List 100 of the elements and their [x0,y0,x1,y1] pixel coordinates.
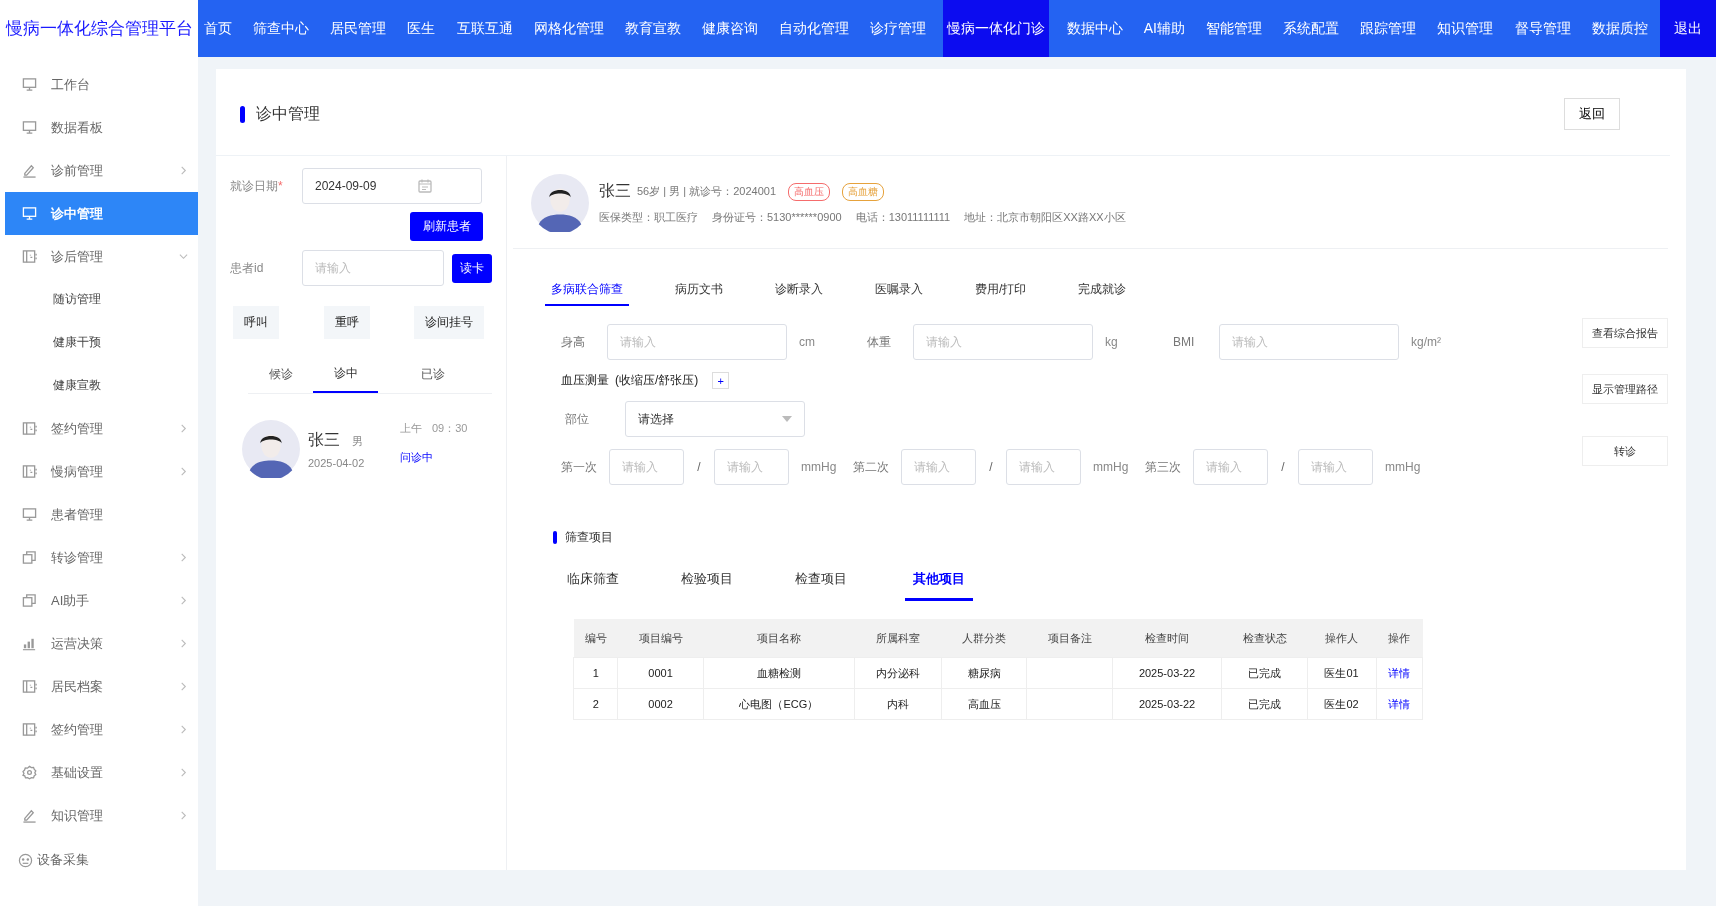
nav-tab[interactable]: 互联互通 [452,0,517,57]
nav-tab[interactable]: 教育宣教 [620,0,685,57]
page-title: 诊中管理 [256,103,321,124]
sidebar-subitem[interactable]: 随访管理 [0,278,198,321]
table-cell: 1 [573,657,618,689]
sidebar-item[interactable]: 诊后管理 [0,235,198,278]
sidebar-item[interactable]: 工作台 [0,63,198,106]
nav-tab[interactable]: 督导管理 [1510,0,1575,57]
add-button[interactable]: + [712,372,730,389]
sidebar-subitem[interactable]: 健康宣教 [0,364,198,407]
sidebar-item[interactable]: 慢病管理 [0,450,198,493]
table-cell: 心电图（ECG） [703,688,855,720]
device-collection-link[interactable]: 设备采集 [37,851,89,869]
status-link[interactable]: 问诊中 [400,450,478,465]
patient-id-field[interactable]: 请输入 [302,250,444,286]
date-field[interactable]: 2024-09-09 [302,168,482,204]
measure-field[interactable]: 请输入 [1219,324,1399,360]
unit-label: cm [799,335,816,349]
diastolic-field[interactable]: 请输入 [714,449,789,485]
detail-link[interactable]: 详情 [1388,666,1411,679]
sidebar-item[interactable]: 诊中管理 [5,192,198,235]
measure-field[interactable]: 请输入 [913,324,1093,360]
patient-info: 地址：北京市朝阳区XX路XX小区 [964,210,1126,225]
systolic-field[interactable]: 请输入 [901,449,976,485]
tab[interactable]: 多病联合筛查 [545,277,629,306]
side-button[interactable]: 转诊 [1582,436,1668,466]
nav-tab[interactable]: 网格化管理 [529,0,608,57]
nav-tab[interactable]: 居民管理 [326,0,391,57]
logout-button[interactable]: 退出 [1660,0,1716,57]
field-label: 身高 [561,333,586,351]
sidebar-item[interactable]: 签约管理 [0,708,198,751]
nav-tab[interactable]: 医生 [403,0,440,57]
queue-tab[interactable]: 候诊 [248,355,313,393]
monitor-icon [22,77,37,92]
unit-label: kg [1105,335,1119,349]
nav-tab[interactable]: 跟踪管理 [1356,0,1421,57]
sidebar-item[interactable]: 转诊管理 [0,536,198,579]
bar-chart-icon [22,636,37,651]
sidebar-item[interactable]: 基础设置 [0,751,198,794]
nav-tab[interactable]: 首页 [200,0,236,57]
sidebar-item[interactable]: AI助手 [0,579,198,622]
copy-icon [22,550,37,565]
settings-icon [22,765,37,780]
screening-tab[interactable]: 临床筛查 [563,564,627,601]
sidebar-item[interactable]: 签约管理 [0,407,198,450]
contact-card-icon [22,679,37,694]
action-button[interactable]: 呼叫 [233,306,279,339]
queue-tab[interactable]: 已诊 [378,355,488,393]
side-button[interactable]: 显示管理路径 [1582,374,1668,404]
nav-tab[interactable]: 智能管理 [1202,0,1267,57]
nav-tab[interactable]: 慢病一体化门诊 [943,0,1050,57]
queue-tab[interactable]: 诊中 [313,355,378,393]
tab[interactable]: 医嘱录入 [869,277,929,306]
read-card-button[interactable]: 读卡 [452,253,492,283]
action-button[interactable]: 重呼 [323,306,370,339]
action-button[interactable]: 诊间挂号 [414,306,484,339]
site-select[interactable]: 请选择 [625,401,805,437]
nav-tab[interactable]: 健康咨询 [698,0,762,57]
tab[interactable]: 病历文书 [669,277,729,306]
field-label: 部位 [565,410,590,428]
diastolic-field[interactable]: 请输入 [1006,449,1081,485]
diastolic-field[interactable]: 请输入 [1298,449,1373,485]
refresh-button[interactable]: 刷新患者 [410,212,483,241]
contact-card-icon [22,722,37,737]
required-mark: * [278,178,283,193]
sidebar-item[interactable]: 数据看板 [0,106,198,149]
table-cell: 0001 [617,657,704,689]
nav-tab[interactable]: 系统配置 [1279,0,1344,57]
tab[interactable]: 费用/打印 [969,277,1033,306]
field-label: 第一次 [561,458,598,476]
nav-tab[interactable]: 知识管理 [1433,0,1498,57]
copy-icon [22,593,37,608]
nav-tab[interactable]: AI辅助 [1139,0,1189,57]
sidebar-item[interactable]: 诊前管理 [0,149,198,192]
sidebar-item[interactable]: 居民档案 [0,665,198,708]
back-button[interactable]: 返回 [1564,98,1620,130]
detail-link[interactable]: 详情 [1388,697,1411,710]
systolic-field[interactable]: 请输入 [1193,449,1268,485]
section-title: 筛查项目 [565,529,613,546]
screening-tab[interactable]: 检查项目 [791,564,855,601]
systolic-field[interactable]: 请输入 [609,449,684,485]
side-button[interactable]: 查看综合报告 [1582,318,1668,348]
nav-tab[interactable]: 筛查中心 [249,0,314,57]
table-cell: 已完成 [1221,657,1308,689]
sidebar-subitem[interactable]: 健康干预 [0,321,198,364]
nav-tab[interactable]: 数据质控 [1587,0,1652,57]
sidebar-item[interactable]: 运营决策 [0,622,198,665]
tab[interactable]: 完成就诊 [1072,277,1133,306]
nav-tab[interactable]: 诊疗管理 [866,0,931,57]
measure-field[interactable]: 请输入 [607,324,787,360]
patient-name: 张三 [599,181,631,201]
nav-tab[interactable]: 数据中心 [1062,0,1127,57]
screening-tab[interactable]: 其他项目 [905,564,973,601]
tab[interactable]: 诊断录入 [769,277,829,306]
separator: / [1280,460,1286,474]
sidebar-item[interactable]: 患者管理 [0,493,198,536]
diagnosis-tag: 高血压 [788,182,830,201]
screening-tab[interactable]: 检验项目 [677,564,741,601]
nav-tab[interactable]: 自动化管理 [775,0,854,57]
sidebar-item[interactable]: 知识管理 [0,794,198,837]
